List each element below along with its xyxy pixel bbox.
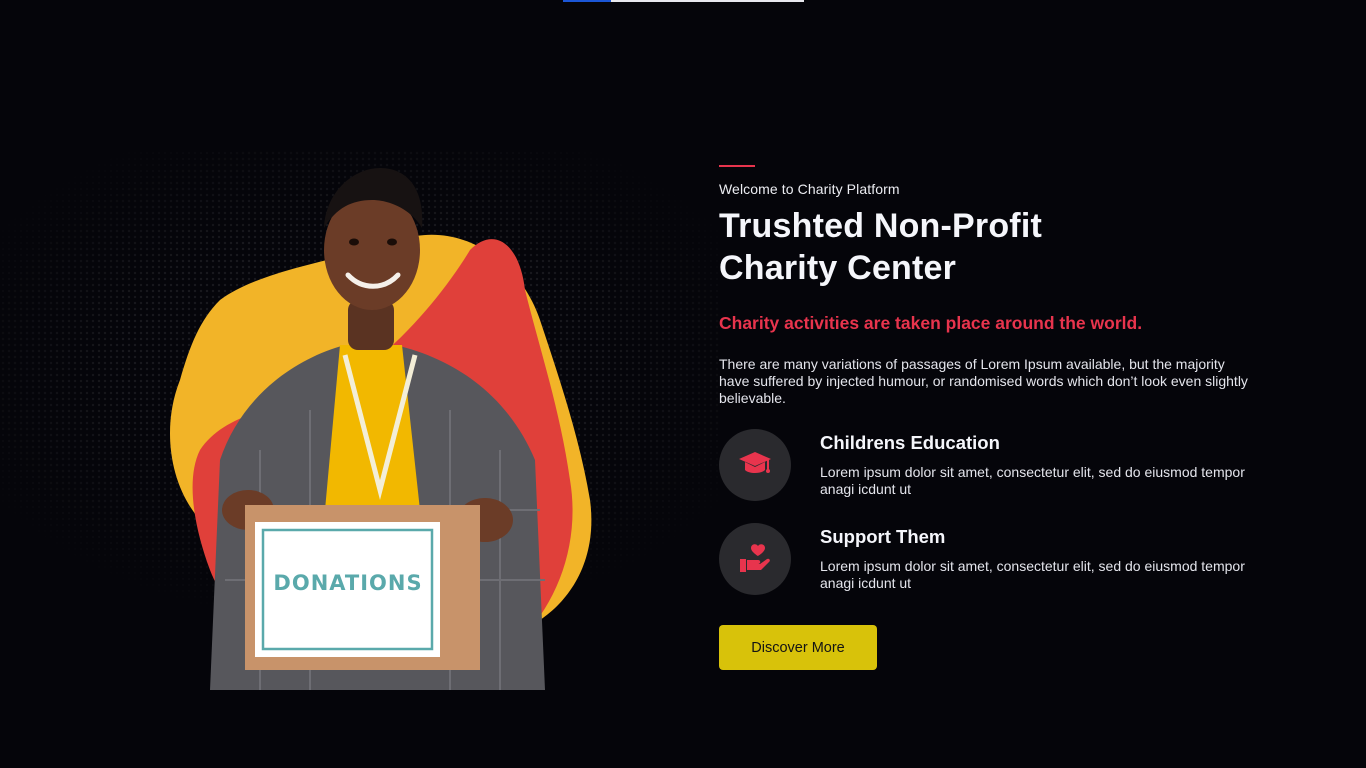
feature-title: Childrens Education — [820, 432, 1000, 453]
hero-image: DONATIONS — [140, 150, 610, 710]
page-title-line-2: Charity Center — [719, 249, 957, 287]
hand-heart-icon — [719, 523, 791, 595]
highlight-text: Charity activities are taken place aroun… — [719, 313, 1143, 333]
feature-childrens-education: Childrens Education Lorem ipsum dolor si… — [719, 429, 1279, 523]
feature-text: Lorem ipsum dolor sit amet, consectetur … — [820, 464, 1245, 497]
features-list: Childrens Education Lorem ipsum dolor si… — [719, 429, 1279, 617]
top-progress-bar — [563, 0, 804, 2]
feature-title: Support Them — [820, 526, 946, 547]
description-text: There are many variations of passages of… — [719, 356, 1248, 406]
page-title-line-1: Trushted Non-Profit — [719, 207, 1042, 245]
accent-line — [719, 165, 755, 167]
feature-support-them: Support Them Lorem ipsum dolor sit amet,… — [719, 523, 1279, 617]
page-title: Trushted Non-Profit Charity Center — [719, 205, 1279, 289]
donation-box-label: DONATIONS — [273, 571, 422, 595]
eyebrow-text: Welcome to Charity Platform — [719, 181, 900, 197]
feature-text: Lorem ipsum dolor sit amet, consectetur … — [820, 558, 1245, 591]
discover-more-button[interactable]: Discover More — [719, 625, 877, 670]
graduation-cap-icon — [719, 429, 791, 501]
top-progress-fill — [563, 0, 612, 2]
hero-content: Welcome to Charity Platform Trushted Non… — [719, 165, 1279, 617]
